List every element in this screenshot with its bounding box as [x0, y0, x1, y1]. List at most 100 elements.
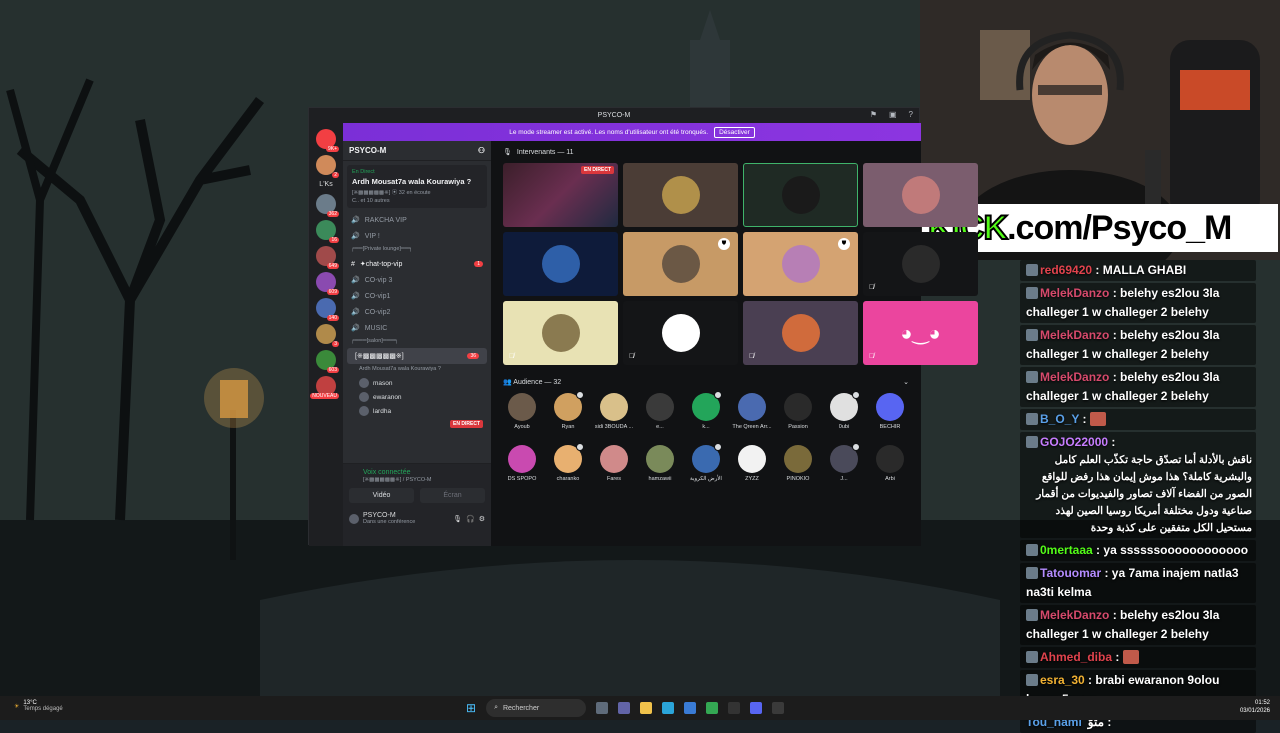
- channel-category[interactable]: ╒═══[salon]═══╕: [343, 336, 491, 348]
- server-header[interactable]: PSYCO-M ⚇: [343, 141, 491, 161]
- voice-user[interactable]: lardha: [343, 404, 491, 418]
- channel-item[interactable]: 🔊 RAKCHA VIP: [343, 212, 491, 228]
- server-icon[interactable]: 609: [316, 272, 339, 295]
- audience-member[interactable]: BECHIR: [867, 393, 913, 441]
- speaker-tile[interactable]: [503, 232, 618, 296]
- streamer-mode-banner: Le mode streamer est activé. Les noms d'…: [343, 123, 921, 141]
- voice-channel-icon: 🔊: [351, 309, 360, 316]
- audience-member[interactable]: Arbi: [867, 445, 913, 493]
- help-icon[interactable]: ?: [909, 110, 913, 119]
- speaker-tile[interactable]: 🎙̸: [623, 301, 738, 365]
- weather-widget[interactable]: ☀ 13°C Temps dégagé: [14, 700, 63, 712]
- speaker-tile[interactable]: 🎙̸: [743, 301, 858, 365]
- voice-user-name: ewaranon: [373, 393, 402, 401]
- chrome-icon[interactable]: [706, 702, 719, 714]
- audience-member[interactable]: The Qreen Arr...: [729, 393, 775, 441]
- audience-name: hamzawii: [648, 476, 672, 482]
- terminal-icon[interactable]: [728, 702, 741, 714]
- speaker-tile[interactable]: [743, 163, 858, 227]
- speaker-tile[interactable]: ◕‿◕ 🎙̸: [863, 301, 978, 365]
- speaker-tile[interactable]: 🎙̸: [863, 232, 978, 296]
- server-icon[interactable]: 649: [316, 246, 339, 269]
- taskbar-clock[interactable]: 01:52 03/01/2026: [1240, 699, 1270, 715]
- server-icon[interactable]: 603: [316, 350, 339, 373]
- server-icon[interactable]: 2: [316, 155, 339, 178]
- audience-name: sidi 3BOUDA ...: [594, 424, 634, 430]
- discord-window: PSYCO-M ⚑ ▣ ? Le mode streamer est activ…: [308, 107, 978, 546]
- audience-member[interactable]: J...: [821, 443, 867, 493]
- speaker-tile[interactable]: ⛊: [623, 232, 738, 296]
- audience-member[interactable]: DS SPOPO: [499, 445, 545, 493]
- screen-share-button[interactable]: Écran: [420, 488, 485, 503]
- taskbar-search[interactable]: ⌕ Rechercher: [486, 699, 587, 717]
- channel-item[interactable]: 🔊 CO-vip2: [343, 304, 491, 320]
- video-button[interactable]: Vidéo: [349, 488, 414, 503]
- audience-member[interactable]: charanko: [545, 443, 591, 493]
- audience-member[interactable]: hamzawii: [637, 445, 683, 493]
- audience-member[interactable]: ZYZZ: [729, 445, 775, 493]
- voice-user[interactable]: mason: [343, 376, 491, 390]
- audience-member[interactable]: الأرض الكروية: [683, 443, 729, 493]
- chevron-down-icon[interactable]: ⌄: [903, 378, 909, 386]
- inbox-icon[interactable]: ⚑: [870, 110, 877, 119]
- audience-member[interactable]: 0ubi: [821, 391, 867, 441]
- audience-name: The Qreen Arr...: [732, 424, 772, 430]
- headset-icon[interactable]: 🎧: [466, 515, 475, 523]
- server-folder-label[interactable]: L'Ks: [319, 181, 332, 188]
- server-icon[interactable]: NOUVEAU: [310, 376, 339, 399]
- user-badge-icon: [1026, 287, 1038, 299]
- teams-icon[interactable]: [618, 702, 631, 714]
- disable-streamer-button[interactable]: Désactiver: [714, 126, 755, 138]
- speaker-tile[interactable]: 🎙̸: [503, 301, 618, 365]
- live-event-card[interactable]: En Direct Ardh Mousat7a wala Kourawiya ?…: [347, 165, 487, 208]
- status-icon: [576, 443, 584, 451]
- speaker-tile[interactable]: [863, 163, 978, 227]
- speaker-avatar: [661, 245, 700, 283]
- task-view-icon[interactable]: [596, 702, 609, 714]
- server-icon[interactable]: 362: [316, 194, 339, 217]
- speaker-tile[interactable]: [623, 163, 738, 227]
- audience-member[interactable]: Ayoub: [499, 393, 545, 441]
- speaker-tile[interactable]: ⛊: [743, 232, 858, 296]
- server-icon[interactable]: 140: [316, 298, 339, 321]
- server-icon[interactable]: 3: [316, 324, 339, 347]
- obs-icon[interactable]: [772, 702, 785, 714]
- audience-member[interactable]: e...: [637, 393, 683, 441]
- audience-header[interactable]: 👥 Audience — 32 ⌄: [491, 371, 921, 393]
- channel-item[interactable]: 🔊 CO-vip1: [343, 288, 491, 304]
- chat-separator: :: [1079, 412, 1090, 426]
- audience-member[interactable]: Ryan: [545, 391, 591, 441]
- mail-icon[interactable]: [684, 702, 697, 714]
- audience-member[interactable]: k...: [683, 391, 729, 441]
- add-member-icon[interactable]: ⚇: [478, 146, 485, 155]
- server-icon[interactable]: 16: [316, 220, 339, 243]
- windows-start-icon[interactable]: ⊞: [466, 701, 476, 715]
- voice-user[interactable]: ewaranon: [343, 390, 491, 404]
- audience-name: 0ubi: [838, 424, 850, 430]
- server-icon[interactable]: 9K+: [316, 129, 339, 152]
- audience-avatar: [876, 393, 904, 421]
- channel-category[interactable]: ╒══[Private lounge]══╕: [343, 244, 491, 256]
- edge-icon[interactable]: [662, 702, 675, 714]
- audience-member[interactable]: sidi 3BOUDA ...: [591, 393, 637, 441]
- weather-desc: Temps dégagé: [23, 706, 63, 712]
- audience-avatar: [600, 445, 628, 473]
- discord-app-icon[interactable]: [750, 702, 763, 714]
- mic-icon[interactable]: 🎙: [453, 515, 462, 523]
- speaker-tile-stream[interactable]: EN DIRECT: [503, 163, 618, 227]
- channel-item[interactable]: # ✦chat-top-vip 1: [343, 256, 491, 272]
- channel-item[interactable]: 🔊 CO-vip 3: [343, 272, 491, 288]
- file-explorer-icon[interactable]: [640, 702, 653, 714]
- audience-member[interactable]: Passion: [775, 393, 821, 441]
- live-status: En Direct: [352, 169, 375, 175]
- user-avatar[interactable]: [349, 513, 359, 524]
- settings-gear-icon[interactable]: ⚙: [479, 515, 485, 523]
- audience-member[interactable]: PINOKIO: [775, 445, 821, 493]
- user-status: Dans une conférence: [363, 519, 416, 525]
- window-icon[interactable]: ▣: [889, 110, 897, 119]
- user-badge-icon: [1026, 651, 1038, 663]
- channel-item[interactable]: 🔊 VIP !: [343, 228, 491, 244]
- active-voice-channel[interactable]: [※▩▩▩▩▩※] 36: [347, 348, 487, 364]
- audience-member[interactable]: Fares: [591, 445, 637, 493]
- channel-item[interactable]: 🔊 MUSIC: [343, 320, 491, 336]
